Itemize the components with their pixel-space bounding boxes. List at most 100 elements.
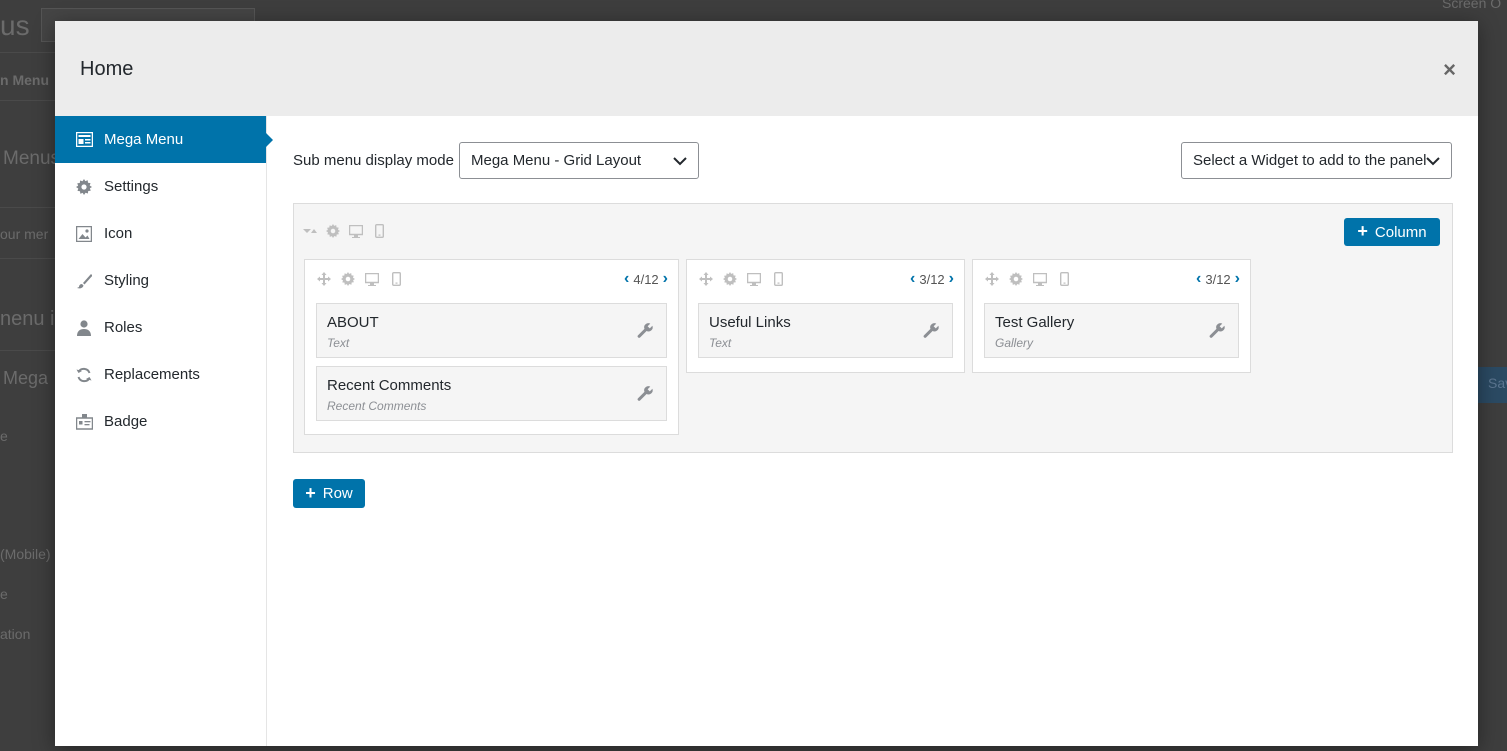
sidebar-item-replacements[interactable]: Replacements xyxy=(55,351,266,398)
plus-icon: + xyxy=(1357,221,1368,241)
mega-menu-modal: Home × Mega Menu Settings Icon Styling R… xyxy=(55,21,1478,746)
bg-save-button: Sav xyxy=(1478,367,1507,403)
gear-icon[interactable] xyxy=(326,224,340,238)
sidebar-item-styling[interactable]: Styling xyxy=(55,257,266,304)
bg-e-fragment: e xyxy=(0,428,8,444)
bg-your-menu-fragment: our mer xyxy=(0,226,49,242)
widget-item[interactable]: Useful Links Text xyxy=(698,303,953,358)
chevron-right-icon[interactable]: › xyxy=(663,271,668,287)
add-widget-select[interactable]: Select a Widget to add to the panel xyxy=(1181,142,1452,179)
widget-type: Recent Comments xyxy=(327,399,427,413)
modal-title: Home xyxy=(80,58,134,80)
column-size: 3/12 xyxy=(1205,271,1231,287)
column-tools xyxy=(699,272,785,286)
bg-mega-fragment: Mega xyxy=(3,368,49,388)
bg-ation-fragment: ation xyxy=(0,626,31,642)
chevron-left-icon[interactable]: ‹ xyxy=(624,271,629,287)
mega-menu-panel: Sub menu display mode Mega Menu - Grid L… xyxy=(268,116,1478,746)
gear-icon[interactable] xyxy=(1009,272,1023,286)
widget-item[interactable]: Recent Comments Recent Comments xyxy=(316,366,667,421)
close-icon[interactable]: × xyxy=(1443,59,1456,81)
bg-divider xyxy=(0,258,55,259)
image-icon xyxy=(75,225,93,243)
sidebar-item-roles[interactable]: Roles xyxy=(55,304,266,351)
gear-icon[interactable] xyxy=(341,272,355,286)
chevron-left-icon[interactable]: ‹ xyxy=(1196,271,1201,287)
chevron-down-icon xyxy=(673,157,687,166)
mobile-icon[interactable] xyxy=(771,272,785,286)
display-mode-select[interactable]: Mega Menu - Grid Layout xyxy=(459,142,699,179)
sidebar-item-label: Roles xyxy=(104,319,143,336)
chevron-right-icon[interactable]: › xyxy=(949,271,954,287)
bg-menu-items-fragment: nenu i xyxy=(0,308,55,330)
wrench-icon[interactable] xyxy=(923,322,940,339)
sidebar-item-label: Icon xyxy=(104,225,133,242)
chevron-left-icon[interactable]: ‹ xyxy=(910,271,915,287)
column-size-control: ‹ 3/12 › xyxy=(910,271,954,287)
move-icon[interactable] xyxy=(699,272,713,286)
bg-page-title-fragment: us xyxy=(0,10,30,41)
bg-screen-options: Screen O xyxy=(1442,0,1502,11)
collapse-icon[interactable] xyxy=(303,224,317,238)
bg-menu-fragment: n Menu xyxy=(0,72,49,88)
modal-header: Home × xyxy=(55,21,1478,116)
widget-type: Gallery xyxy=(995,336,1034,350)
wrench-icon[interactable] xyxy=(637,385,654,402)
sidebar-item-label: Styling xyxy=(104,272,150,289)
widget-type: Text xyxy=(327,336,350,350)
badge-icon xyxy=(75,413,93,431)
widget-title: Test Gallery xyxy=(995,314,1075,331)
sidebar-item-label: Settings xyxy=(104,178,159,195)
sidebar-item-icon[interactable]: Icon xyxy=(55,210,266,257)
widget-title: Useful Links xyxy=(709,314,791,331)
column-tools xyxy=(317,272,403,286)
sidebar-item-badge[interactable]: Badge xyxy=(55,398,266,445)
column-size-control: ‹ 3/12 › xyxy=(1196,271,1240,287)
widget-title: ABOUT xyxy=(327,314,379,331)
desktop-icon[interactable] xyxy=(349,224,363,238)
add-column-label: Column xyxy=(1374,223,1427,241)
sidebar-item-label: Badge xyxy=(104,413,148,430)
desktop-icon[interactable] xyxy=(1033,272,1047,286)
user-icon xyxy=(75,319,93,337)
gear-icon xyxy=(75,178,93,196)
grid-column: ‹ 4/12 › ABOUT Text Recent Comments Rece… xyxy=(304,259,679,435)
mobile-icon[interactable] xyxy=(389,272,403,286)
widget-item[interactable]: ABOUT Text xyxy=(316,303,667,358)
modal-sidebar: Mega Menu Settings Icon Styling Roles Re… xyxy=(55,116,273,746)
column-size: 3/12 xyxy=(919,271,945,287)
widget-item[interactable]: Test Gallery Gallery xyxy=(984,303,1239,358)
sidebar-item-settings[interactable]: Settings xyxy=(55,163,266,210)
display-mode-label: Sub menu display mode xyxy=(293,152,454,169)
grid-row: + Column ‹ 4/12 › ABOUT Text Recent Comm… xyxy=(293,203,1453,453)
sidebar-item-mega-menu[interactable]: Mega Menu xyxy=(55,116,273,163)
gear-icon[interactable] xyxy=(723,272,737,286)
wrench-icon[interactable] xyxy=(637,322,654,339)
widget-type: Text xyxy=(709,336,732,350)
plus-icon: + xyxy=(305,482,316,503)
bg-divider xyxy=(0,52,55,53)
mobile-icon[interactable] xyxy=(372,224,386,238)
row-tools xyxy=(303,224,386,238)
add-widget-value: Select a Widget to add to the panel xyxy=(1193,152,1427,169)
add-column-button[interactable]: + Column xyxy=(1344,218,1440,246)
wrench-icon[interactable] xyxy=(1209,322,1226,339)
bg-divider xyxy=(0,207,55,208)
bg-menus-fragment: Menus xyxy=(3,148,61,169)
desktop-icon[interactable] xyxy=(365,272,379,286)
refresh-icon xyxy=(75,366,93,384)
mobile-icon[interactable] xyxy=(1057,272,1071,286)
move-icon[interactable] xyxy=(985,272,999,286)
display-mode-value: Mega Menu - Grid Layout xyxy=(471,152,642,169)
chevron-right-icon[interactable]: › xyxy=(1235,271,1240,287)
bg-divider xyxy=(0,350,55,351)
add-row-button[interactable]: + Row xyxy=(293,479,365,508)
bg-divider xyxy=(0,100,55,101)
grid-column: ‹ 3/12 › Test Gallery Gallery xyxy=(972,259,1251,373)
add-row-label: Row xyxy=(322,485,353,502)
grid-column: ‹ 3/12 › Useful Links Text xyxy=(686,259,965,373)
sidebar-item-label: Mega Menu xyxy=(104,131,184,148)
desktop-icon[interactable] xyxy=(747,272,761,286)
widget-title: Recent Comments xyxy=(327,377,452,394)
move-icon[interactable] xyxy=(317,272,331,286)
